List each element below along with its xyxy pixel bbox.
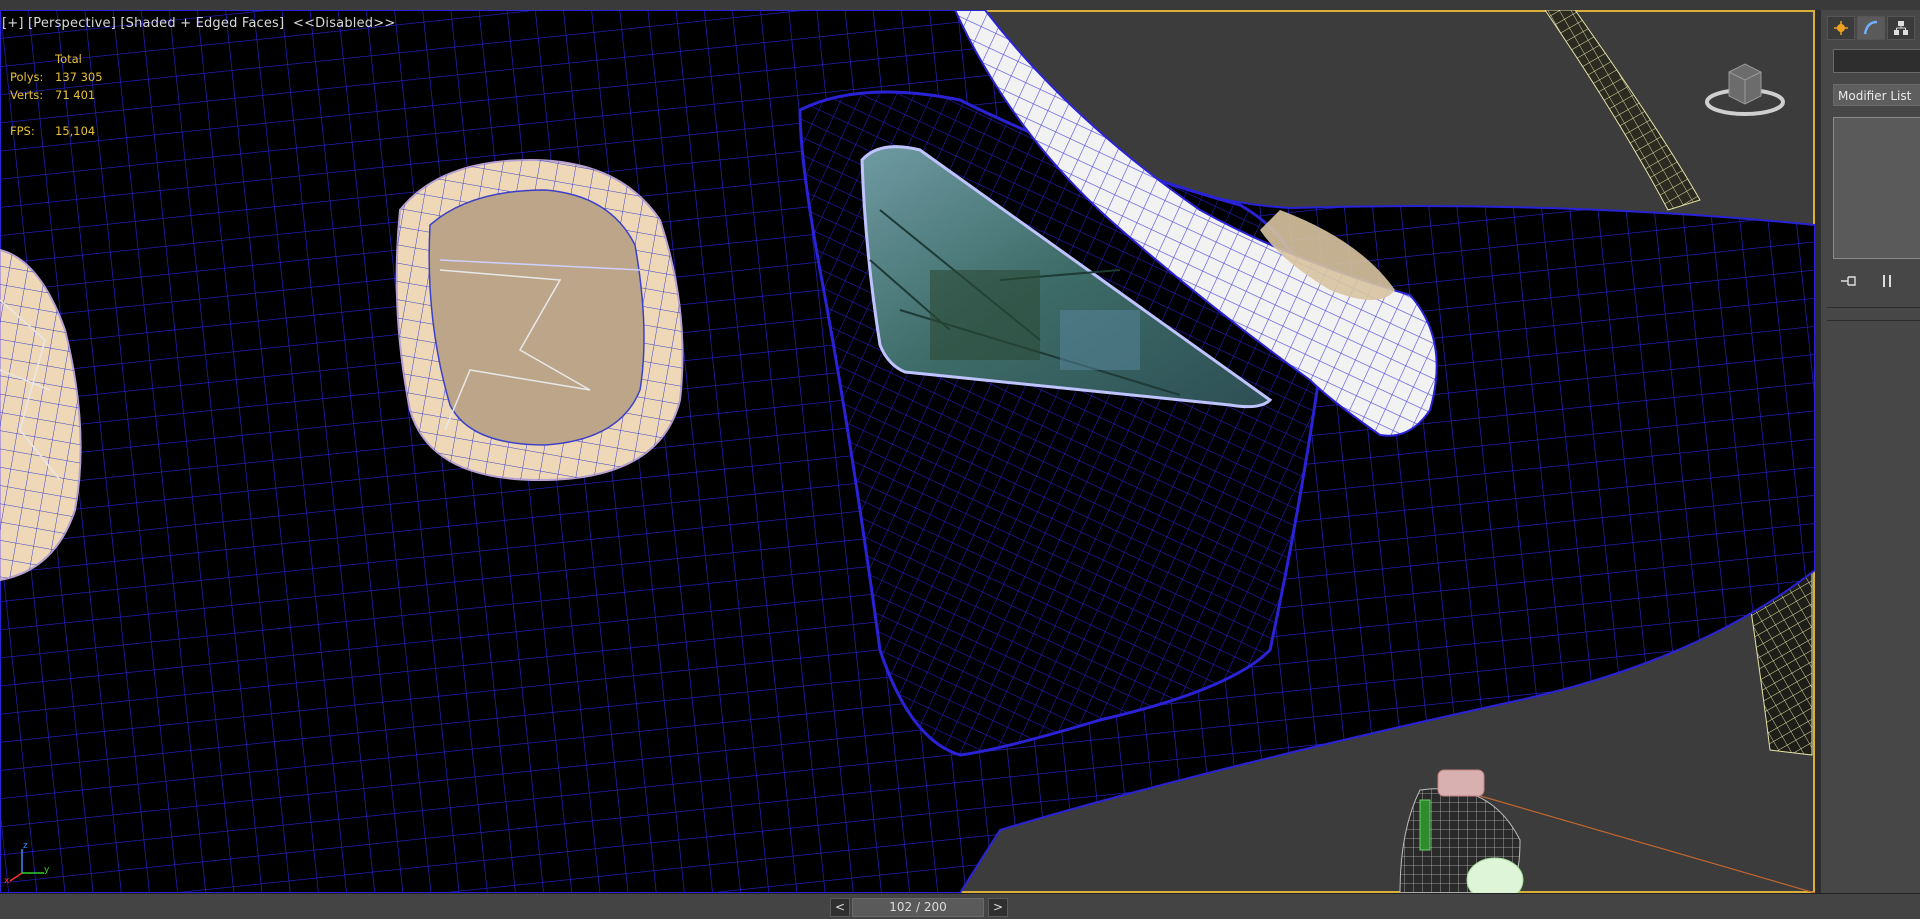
modify-tab[interactable]: [1857, 16, 1885, 40]
axis-z-label: z: [23, 841, 28, 851]
perspective-viewport[interactable]: [+] [Perspective] [Shaded + Edged Faces]…: [0, 10, 1815, 893]
viewport-scene: [0, 10, 1815, 893]
viewport-label[interactable]: [+] [Perspective] [Shaded + Edged Faces]…: [2, 16, 395, 31]
command-panel-tabs: [1821, 10, 1920, 40]
viewport-menu-plus[interactable]: [+]: [2, 16, 24, 31]
top-strip: [0, 0, 1920, 10]
panel-divider: [1827, 320, 1920, 321]
timeline-bar: < 102 / 200 >: [0, 893, 1920, 919]
timeline-prev-button[interactable]: <: [830, 898, 850, 917]
polys-label: Polys:: [10, 70, 44, 84]
create-icon: [1834, 21, 1848, 35]
hierarchy-icon: [1894, 21, 1908, 35]
hierarchy-tab[interactable]: [1887, 16, 1915, 40]
fps-label: FPS:: [10, 124, 35, 138]
fps-value: 15,104: [55, 124, 96, 138]
panel-divider: [1827, 307, 1920, 308]
stack-buttons: [1839, 272, 1897, 290]
timeline-next-button[interactable]: >: [988, 898, 1008, 917]
modifier-stack[interactable]: [1833, 117, 1920, 259]
modify-icon: [1863, 20, 1878, 35]
time-slider[interactable]: 102 / 200: [852, 898, 984, 917]
viewport-shading-label[interactable]: [Shaded + Edged Faces]: [120, 16, 284, 31]
show-end-result-button[interactable]: [1877, 272, 1897, 290]
verts-label: Verts:: [10, 88, 44, 102]
pin-icon: [1841, 276, 1856, 286]
command-panel: Modifier List: [1815, 10, 1920, 893]
stats-total-header: Total: [55, 52, 82, 66]
modifier-list-dropdown[interactable]: Modifier List: [1833, 84, 1920, 106]
axis-x-label: x: [4, 876, 10, 885]
axis-tripod-icon: z y x: [4, 839, 50, 886]
create-tab[interactable]: [1827, 16, 1855, 40]
show-end-result-icon: [1883, 275, 1891, 287]
axis-y-label: y: [44, 865, 50, 875]
viewport-view-label[interactable]: [Perspective]: [28, 16, 116, 31]
pin-stack-button[interactable]: [1839, 272, 1859, 290]
verts-value: 71 401: [55, 88, 96, 102]
viewcube-icon[interactable]: [1705, 50, 1785, 120]
object-name-field[interactable]: [1833, 49, 1920, 73]
viewport-disabled-label[interactable]: <<Disabled>>: [293, 16, 395, 31]
stats-overlay: Total Polys: 137 305 Verts: 71 401 FPS: 15,…: [10, 50, 103, 140]
polys-value: 137 305: [55, 70, 103, 84]
